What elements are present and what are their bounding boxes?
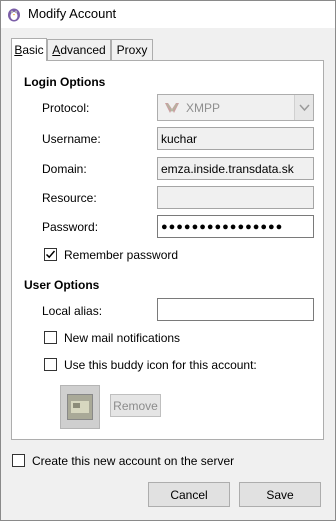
login-options-heading: Login Options	[24, 75, 106, 89]
create-account-checkbox[interactable]	[12, 454, 25, 467]
protocol-dropdown[interactable]: XMPP	[157, 94, 314, 121]
save-button[interactable]: Save	[239, 482, 321, 507]
domain-field[interactable]: emza.inside.transdata.sk	[157, 157, 314, 180]
tab-advanced-label-rest: dvanced	[60, 43, 106, 57]
save-button-label: Save	[266, 488, 294, 502]
protocol-value: XMPP	[186, 101, 221, 115]
local-alias-field[interactable]	[157, 298, 314, 321]
tab-basic-label-rest: asic	[22, 43, 44, 57]
modify-account-window: Modify Account Basic Advanced Proxy Logi…	[0, 0, 336, 521]
checkmark-icon	[45, 250, 56, 259]
create-account-label[interactable]: Create this new account on the server	[32, 454, 234, 468]
remove-button-label: Remove	[113, 399, 158, 413]
resource-label: Resource:	[42, 191, 97, 205]
buddy-icon-label[interactable]: Use this buddy icon for this account:	[64, 358, 257, 372]
password-field[interactable]: ●●●●●●●●●●●●●●●●	[157, 215, 314, 238]
remove-button[interactable]: Remove	[110, 394, 161, 417]
title-bar: Modify Account	[1, 1, 335, 28]
cancel-button[interactable]: Cancel	[148, 482, 230, 507]
new-mail-notifications-checkbox[interactable]	[44, 331, 57, 344]
window-title: Modify Account	[28, 6, 117, 21]
xmpp-icon	[164, 100, 180, 116]
remember-password-label[interactable]: Remember password	[64, 248, 178, 262]
tab-proxy-label: Proxy	[116, 43, 148, 57]
password-label: Password:	[42, 220, 99, 234]
chevron-down-icon[interactable]	[294, 95, 313, 120]
username-label: Username:	[42, 132, 101, 146]
buddy-icon-checkbox[interactable]	[44, 358, 57, 371]
tab-advanced[interactable]: Advanced	[47, 39, 111, 61]
tab-proxy[interactable]: Proxy	[111, 39, 153, 61]
user-options-heading: User Options	[24, 278, 100, 292]
buddy-icon-button[interactable]	[60, 385, 100, 429]
buddy-image-icon	[67, 394, 93, 420]
local-alias-label: Local alias:	[42, 304, 103, 318]
protocol-label: Protocol:	[42, 101, 90, 115]
cancel-button-label: Cancel	[170, 488, 208, 502]
remember-password-checkbox[interactable]	[44, 248, 57, 261]
domain-label: Domain:	[42, 162, 87, 176]
new-mail-notifications-label[interactable]: New mail notifications	[64, 331, 180, 345]
pidgin-app-icon	[6, 6, 22, 22]
resource-field[interactable]	[157, 186, 314, 209]
username-field[interactable]: kuchar	[157, 127, 314, 150]
tab-basic[interactable]: Basic	[11, 38, 47, 61]
basic-tab-panel: Login Options Protocol: XMPP Username: k…	[11, 60, 324, 440]
